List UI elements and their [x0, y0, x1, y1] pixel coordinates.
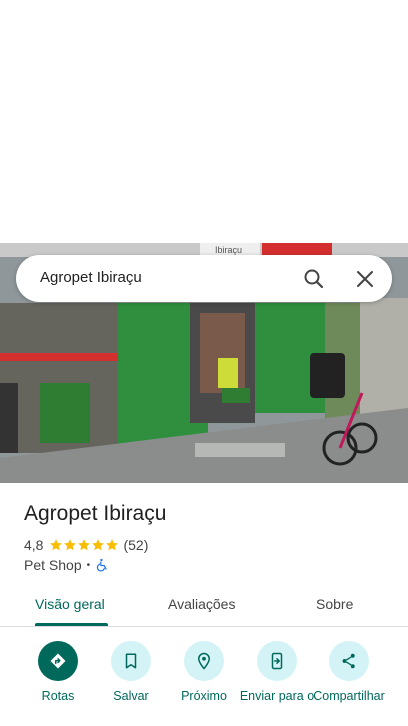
share-label: Compartilhar	[313, 689, 385, 703]
send-to-phone-button-circle[interactable]	[257, 641, 297, 681]
search-bar[interactable]: Agropet Ibiraçu	[16, 255, 392, 302]
save-button-circle[interactable]	[111, 641, 151, 681]
star-icon	[50, 539, 63, 551]
directions-label: Rotas	[41, 689, 75, 703]
bookmark-icon	[125, 653, 137, 669]
share-icon	[342, 653, 355, 669]
star-icon	[78, 539, 91, 551]
nearby-button[interactable]: Próximo	[165, 641, 243, 717]
photo-sign-text: Ibiraçu	[215, 245, 242, 255]
star-rating	[49, 538, 119, 552]
star-icon	[106, 539, 119, 551]
nearby-button-circle[interactable]	[184, 641, 224, 681]
rating-value: 4,8	[24, 537, 44, 553]
tabs-divider	[0, 626, 408, 627]
tab-about[interactable]: Sobre	[316, 596, 353, 612]
save-label: Salvar	[113, 689, 149, 703]
close-icon[interactable]	[353, 267, 377, 291]
rating-row[interactable]: 4,8 (52)	[24, 536, 148, 554]
place-tabs: Visão geral Avaliações Sobre	[0, 586, 408, 626]
directions-button-circle[interactable]	[38, 641, 78, 681]
category-row: Pet Shop •	[24, 557, 109, 573]
review-count: (52)	[123, 537, 149, 553]
send-to-phone-icon	[271, 652, 283, 670]
place-title: Agropet Ibiraçu	[24, 502, 167, 525]
send-to-phone-button[interactable]: Enviar para o	[238, 641, 316, 717]
action-bar: Rotas Salvar Próximo Enviar para o Compa…	[0, 641, 408, 726]
save-button[interactable]: Salvar	[92, 641, 170, 717]
share-button-circle[interactable]	[329, 641, 369, 681]
tab-overview[interactable]: Visão geral	[35, 596, 105, 612]
wheelchair-icon	[96, 558, 107, 572]
directions-icon	[50, 653, 66, 669]
star-icon	[64, 539, 77, 551]
place-category: Pet Shop	[24, 557, 82, 573]
separator-dot: •	[86, 559, 91, 571]
send-to-phone-label: Enviar para o	[239, 689, 315, 703]
tab-reviews[interactable]: Avaliações	[168, 596, 235, 612]
share-button[interactable]: Compartilhar	[310, 641, 388, 717]
nearby-label: Próximo	[181, 689, 227, 703]
search-icon[interactable]	[302, 267, 326, 291]
nearby-icon	[197, 652, 211, 670]
star-icon	[92, 539, 105, 551]
search-query[interactable]: Agropet Ibiraçu	[40, 269, 142, 286]
directions-button[interactable]: Rotas	[19, 641, 97, 717]
